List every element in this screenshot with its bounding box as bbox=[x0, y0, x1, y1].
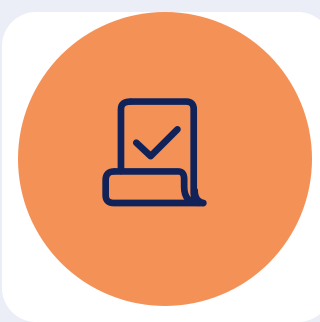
document-outline bbox=[127, 98, 207, 207]
checkmark bbox=[132, 125, 181, 160]
document-check-icon bbox=[102, 98, 207, 207]
status-badge bbox=[18, 12, 312, 306]
scroll-fold bbox=[110, 168, 207, 207]
document-left-edge bbox=[117, 98, 134, 175]
